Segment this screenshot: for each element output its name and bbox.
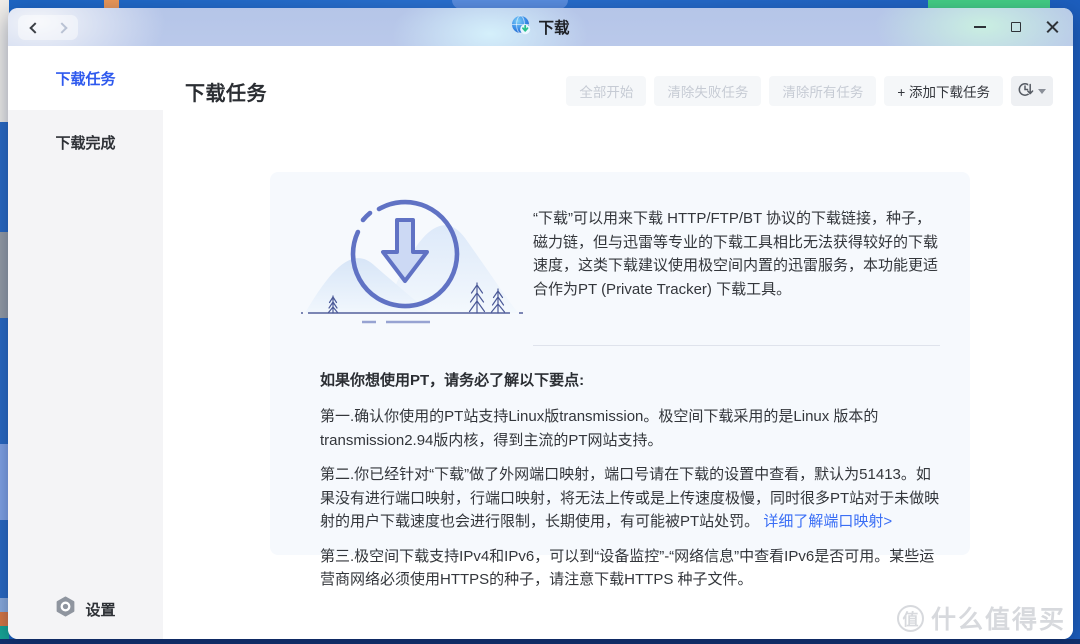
start-all-button[interactable]: 全部开始 bbox=[566, 76, 646, 106]
sidebar-item-label: 下载完成 bbox=[55, 132, 115, 153]
close-button[interactable] bbox=[1045, 20, 1059, 34]
page-title: 下载任务 bbox=[185, 77, 267, 106]
card-intro-text: “下载”可以用来下载 HTTP/FTP/BT 协议的下载链接，种子，磁力链，但与… bbox=[533, 186, 940, 336]
close-icon bbox=[1046, 21, 1059, 34]
add-task-label: 添加下载任务 bbox=[905, 85, 990, 100]
caret-down-icon bbox=[1038, 89, 1046, 94]
sidebar-item-download-complete[interactable]: 下载完成 bbox=[8, 110, 163, 174]
app-globe-download-icon bbox=[511, 15, 531, 40]
clear-failed-button[interactable]: 清除失败任务 bbox=[654, 76, 761, 106]
chevron-left-icon bbox=[29, 22, 40, 33]
sort-by-time-dropdown-button[interactable] bbox=[1011, 76, 1053, 106]
clear-all-button[interactable]: 清除所有任务 bbox=[769, 76, 876, 106]
info-card: “下载”可以用来下载 HTTP/FTP/BT 协议的下载链接，种子，磁力链，但与… bbox=[270, 172, 970, 555]
maximize-button[interactable] bbox=[1009, 20, 1023, 34]
content-header: 下载任务 全部开始 清除失败任务 清除所有任务 + 添加下载任务 bbox=[163, 46, 1073, 106]
settings-label: 设置 bbox=[85, 599, 115, 620]
titlebar: 下载 bbox=[8, 8, 1073, 46]
desktop-fragment bbox=[0, 639, 1080, 644]
main-content: 下载任务 全部开始 清除失败任务 清除所有任务 + 添加下载任务 bbox=[163, 46, 1073, 639]
settings-button[interactable]: 设置 bbox=[8, 595, 163, 623]
download-illustration bbox=[300, 186, 530, 336]
tip-first: 第一.确认你使用的PT站支持Linux版transmission。极空间下载采用… bbox=[320, 405, 940, 452]
clock-sort-icon bbox=[1018, 81, 1035, 101]
minimize-button[interactable] bbox=[973, 20, 987, 34]
tip-second: 第二.你已经针对“下载”做了外网端口映射，端口号请在下载的设置中查看，默认为51… bbox=[320, 463, 940, 534]
sidebar: 下载任务 下载完成 设置 bbox=[8, 46, 163, 639]
nav-button-group bbox=[18, 15, 78, 40]
tip-third: 第三.极空间下载支持IPv4和IPv6，可以到“设备监控”-“网络信息”中查看I… bbox=[320, 545, 940, 592]
forward-button[interactable] bbox=[48, 15, 78, 40]
port-mapping-link[interactable]: 详细了解端口映射> bbox=[763, 513, 892, 530]
chevron-right-icon bbox=[56, 22, 67, 33]
add-download-task-button[interactable]: + 添加下载任务 bbox=[884, 76, 1003, 106]
minimize-icon bbox=[974, 26, 986, 28]
window-title: 下载 bbox=[538, 16, 569, 38]
download-app-window: 下载 下载任务 下载完成 设置 bbox=[8, 8, 1073, 639]
sidebar-item-label: 下载任务 bbox=[55, 68, 115, 89]
back-button[interactable] bbox=[18, 15, 48, 40]
sidebar-item-download-tasks[interactable]: 下载任务 bbox=[8, 46, 163, 110]
gear-icon bbox=[55, 596, 76, 622]
maximize-icon bbox=[1011, 22, 1021, 32]
tips-heading: 如果你想使用PT，请务必了解以下要点: bbox=[320, 369, 940, 390]
